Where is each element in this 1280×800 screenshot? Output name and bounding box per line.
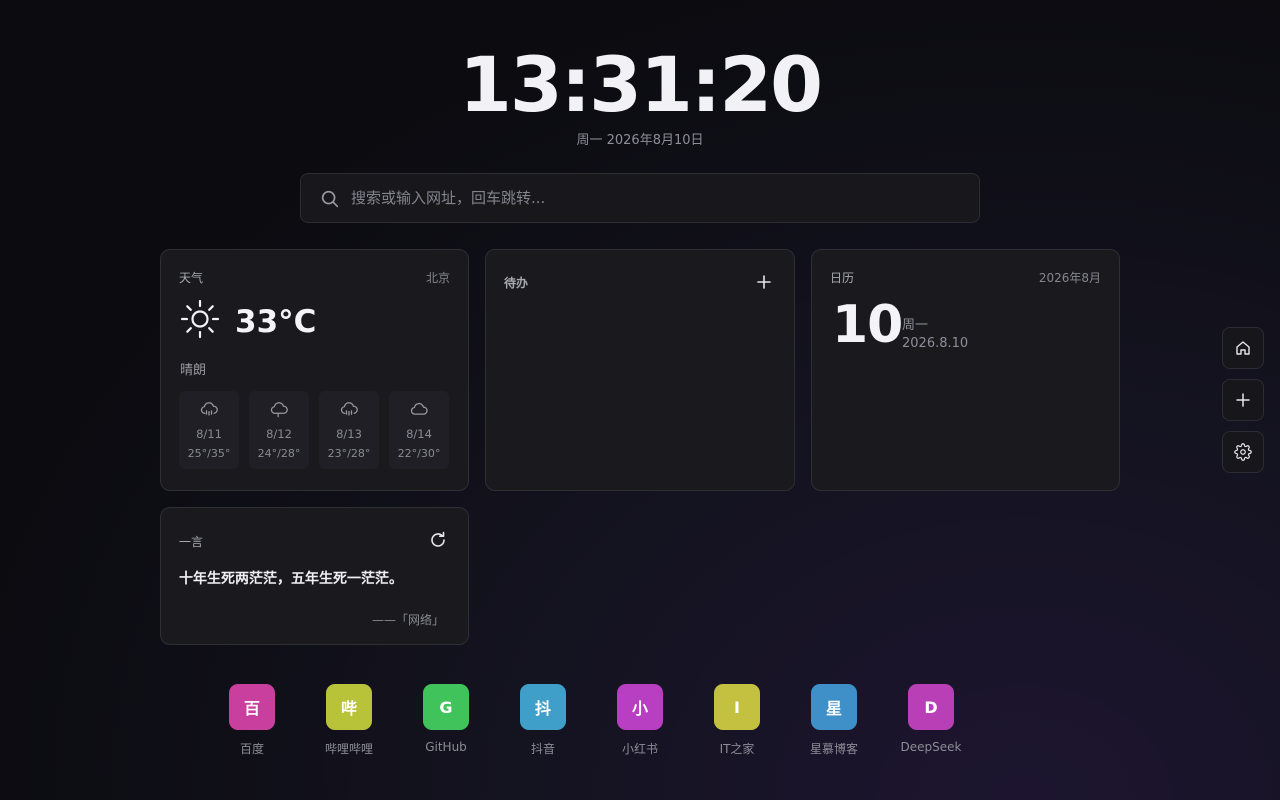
forecast-day: 8/11 25°/35° [179,391,239,469]
refresh-icon[interactable] [428,530,448,550]
quote-text: 十年生死两茫茫，五年生死一茫茫。 [179,571,403,587]
search-icon [321,190,339,208]
add-button[interactable] [1222,379,1264,421]
weather-title: 天气 [179,271,204,285]
forecast-day: 8/12 24°/28° [249,391,309,469]
clock-time: 13:31:20 [458,40,823,129]
forecast-date: 8/14 [406,427,432,441]
shortcut-ithome[interactable]: I IT之家 [692,684,782,757]
forecast-day: 8/14 22°/30° [389,391,449,469]
plus-icon[interactable] [754,272,774,292]
weather-card: 天气 北京 33°C 晴朗 8/11 25°/35° 8/12 24°/28° … [160,249,469,491]
shortcut-xingmu-blog[interactable]: 星 星慕博客 [789,684,879,757]
todo-title: 待办 [504,276,529,290]
shortcut-tile[interactable]: 小 [617,684,663,730]
shortcut-tile[interactable]: D [908,684,954,730]
shortcut-tile[interactable]: I [714,684,760,730]
home-icon [1236,341,1250,355]
shortcut-label: 百度 [239,742,264,756]
weather-city: 北京 [425,271,450,285]
shortcut-tile[interactable]: 哔 [326,684,372,730]
calendar-full-date: 2026.8.10 [902,336,969,351]
sun-icon [180,299,220,339]
shortcut-label: 星慕博客 [809,742,858,756]
home-button[interactable] [1222,327,1264,369]
shortcut-label: 抖音 [530,742,555,756]
weather-temperature: 33°C [235,304,317,340]
calendar-weekday: 周一 [902,318,929,333]
shortcut-douyin[interactable]: 抖 抖音 [498,684,588,757]
shortcut-tile[interactable]: 抖 [520,684,566,730]
search-bar[interactable] [300,173,980,223]
shortcut-label: 哔哩哔哩 [324,742,373,756]
gear-icon [1234,443,1252,461]
shortcut-label: DeepSeek [900,740,962,754]
calendar-month: 2026年8月 [1038,271,1101,285]
shortcut-tile[interactable]: 百 [229,684,275,730]
forecast-date: 8/12 [266,427,292,441]
calendar-day: 10 [832,295,903,355]
cloud-drizzle-icon [270,402,288,418]
shortcut-github[interactable]: G GitHub [401,684,491,754]
shortcut-deepseek[interactable]: D DeepSeek [886,684,976,754]
forecast-temp: 25°/35° [187,447,231,460]
settings-button[interactable] [1222,431,1264,473]
quote-title: 一言 [179,535,204,549]
shortcut-label: 小红书 [621,742,658,756]
forecast-temp: 24°/28° [257,447,301,460]
todo-card: 待办 [485,249,795,491]
cloud-rain-icon [200,402,218,416]
search-input[interactable] [351,174,961,222]
forecast-date: 8/11 [196,427,222,441]
forecast-day: 8/13 23°/28° [319,391,379,469]
weather-condition: 晴朗 [180,363,207,378]
forecast-temp: 22°/30° [397,447,441,460]
shortcut-label: IT之家 [719,742,755,756]
forecast-temp: 23°/28° [327,447,371,460]
shortcut-xiaohongshu[interactable]: 小 小红书 [595,684,685,757]
shortcut-baidu[interactable]: 百 百度 [207,684,297,757]
shortcut-label: GitHub [425,740,467,754]
cloud-rain-icon [340,402,358,416]
plus-icon [1236,393,1250,407]
calendar-title: 日历 [830,271,855,285]
forecast-date: 8/13 [336,427,362,441]
clock-date: 周一 2026年8月10日 [576,133,704,148]
shortcut-tile[interactable]: G [423,684,469,730]
shortcut-tile[interactable]: 星 [811,684,857,730]
calendar-card: 日历 2026年8月 10 周一 2026.8.10 [811,249,1120,491]
quote-source: ——「网络」 [371,613,444,627]
cloud-icon [410,402,428,415]
quote-card: 一言 十年生死两茫茫，五年生死一茫茫。 ——「网络」 [160,507,469,645]
shortcut-bilibili[interactable]: 哔 哔哩哔哩 [304,684,394,757]
